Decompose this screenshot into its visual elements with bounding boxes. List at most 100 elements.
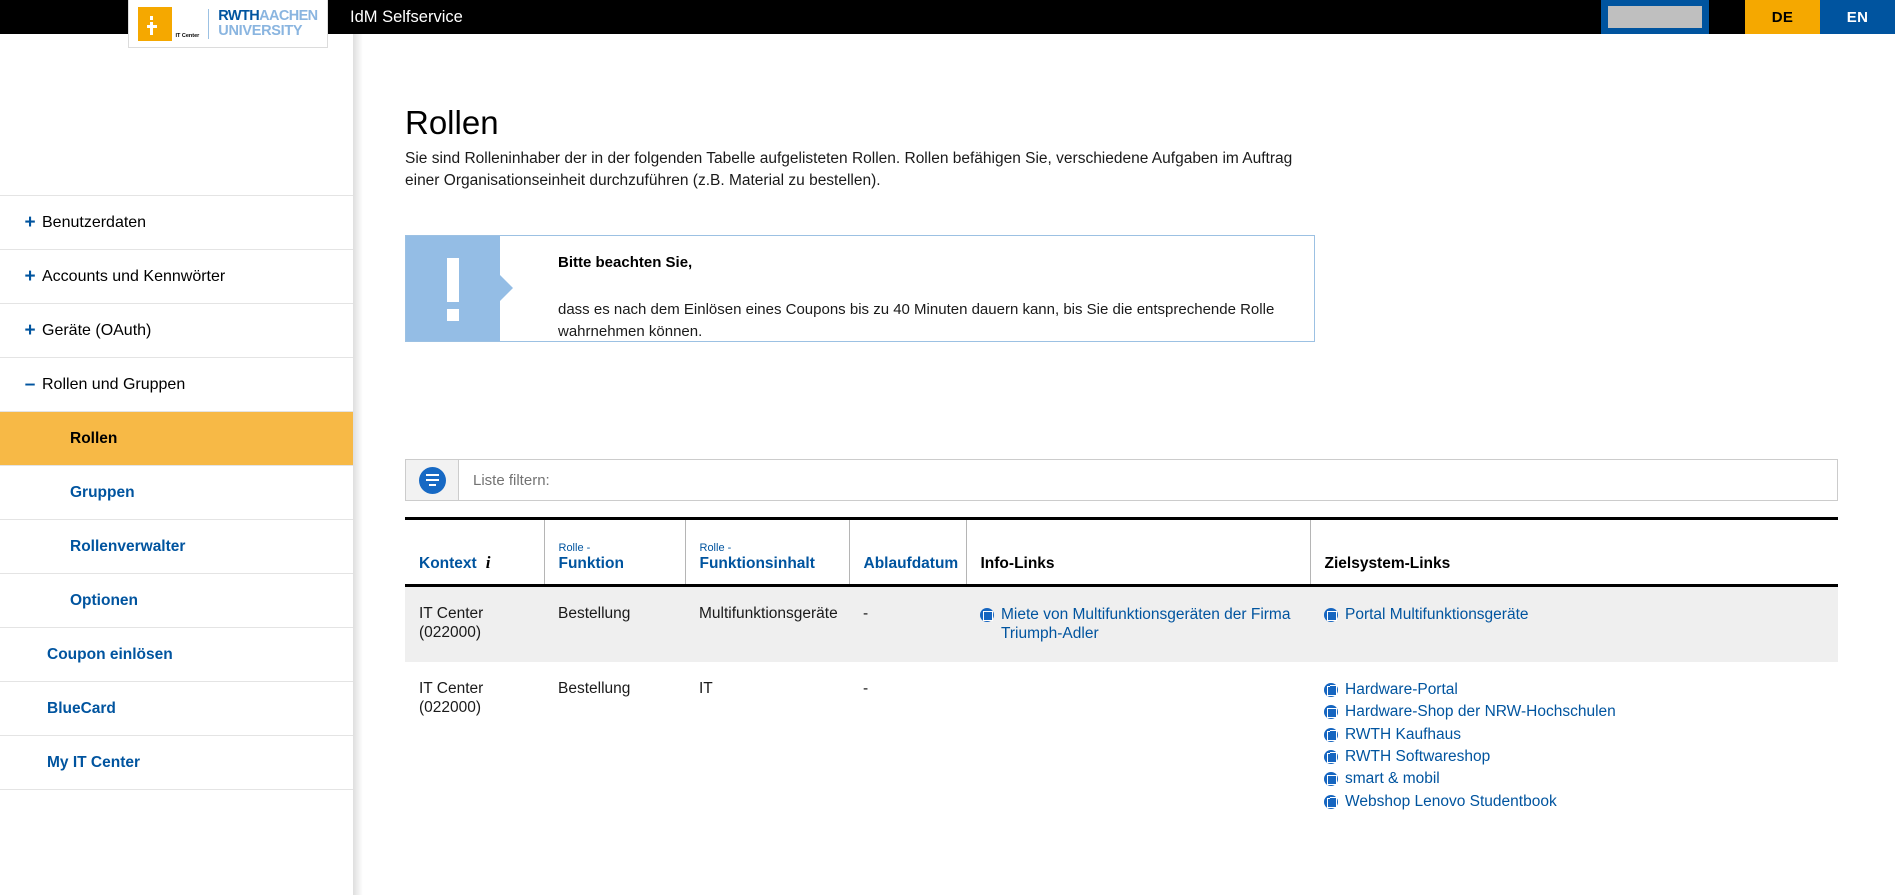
app-title: IdM Selfservice	[350, 8, 463, 26]
cell-ablaufdatum: -	[849, 585, 966, 662]
external-link-icon	[1324, 682, 1338, 697]
sidebar-item-rollen[interactable]: Rollen	[0, 412, 353, 466]
rwth-it-center-logo[interactable]: IT Center RWTHAACHEN UNIVERSITY	[128, 0, 328, 48]
page-title: Rollen	[405, 104, 499, 142]
sidebar-item-label: My IT Center	[47, 753, 141, 771]
info-icon[interactable]: i	[486, 553, 491, 572]
notice-arrow-pointer	[500, 275, 513, 301]
notice-title: Bitte beachten Sie,	[558, 254, 693, 271]
cell-kontext: IT Center (022000)	[405, 585, 544, 662]
cell-funktionsinhalt: IT	[685, 661, 849, 829]
external-link[interactable]: Hardware-Portal	[1324, 680, 1824, 699]
column-header-funktionsinhalt[interactable]: Rolle - Funktionsinhalt	[684, 517, 849, 587]
column-header-prefix: Rolle -	[699, 542, 732, 554]
cell-funktion: Bestellung	[544, 661, 685, 829]
external-link[interactable]: Portal Multifunktionsgeräte	[1324, 605, 1824, 624]
external-link[interactable]: smart & mobil	[1324, 769, 1824, 788]
external-link-label: Hardware-Portal	[1345, 680, 1458, 698]
roles-table-header: Kontext i Rolle - Funktion Rolle - Funktionsi…	[405, 517, 1838, 587]
external-link[interactable]: RWTH Softwareshop	[1324, 747, 1824, 766]
sidebar-item-label: Rollen	[70, 429, 118, 447]
filter-icon	[418, 466, 446, 494]
column-header-kontext[interactable]: Kontext i	[405, 517, 544, 587]
sidebar-top-spacer	[0, 34, 353, 196]
column-header-ablaufdatum[interactable]: Ablaufdatum	[848, 517, 966, 587]
sidebar-item-label: Gruppen	[70, 483, 135, 501]
column-header-info-links: Info-Links	[965, 517, 1310, 587]
user-menu-button[interactable]	[1601, 0, 1709, 34]
filter-input[interactable]	[459, 460, 1837, 500]
filter-bar	[405, 459, 1838, 501]
sidebar-item-accounts-und-kennw-rter[interactable]: + Accounts und Kennwörter	[0, 250, 353, 304]
sidebar-item-label: Rollen und Gruppen	[42, 375, 186, 393]
sidebar-item-optionen[interactable]: Optionen	[0, 574, 353, 628]
language-button-en[interactable]: EN	[1820, 0, 1895, 34]
expand-plus-icon[interactable]: +	[18, 212, 42, 234]
external-link-icon	[1324, 608, 1338, 622]
sidebar-item-coupon-einl-sen[interactable]: Coupon einlösen	[0, 628, 353, 682]
external-link-label: Miete von Multifunktionsgeräten der Firm…	[1001, 606, 1291, 643]
external-link-label: smart & mobil	[1345, 770, 1440, 788]
external-link-icon	[1324, 794, 1338, 809]
sidebar-item-rollen-und-gruppen[interactable]: – Rollen und Gruppen	[0, 358, 353, 412]
notice-text: dass es nach dem Einlösen eines Coupons …	[558, 301, 1275, 340]
page-description: Sie sind Rolleninhaber der in der folgen…	[405, 149, 1293, 189]
rwth-wordmark: RWTHAACHEN UNIVERSITY	[218, 8, 318, 39]
user-name-placeholder	[1608, 6, 1702, 28]
column-header-label: Zielsystem-Links	[1324, 555, 1451, 572]
external-link-icon	[1324, 705, 1338, 720]
column-header-funktion[interactable]: Rolle - Funktion	[543, 517, 685, 587]
table-row[interactable]: IT Center (022000) Bestellung Multifunktio…	[405, 585, 1838, 662]
external-link-icon	[980, 608, 994, 622]
expand-plus-icon[interactable]: +	[18, 320, 42, 342]
external-link-icon	[1324, 727, 1338, 742]
sidebar-item-label: Geräte (OAuth)	[42, 321, 152, 339]
sidebar-item-list: + Benutzerdaten + Accounts und Kennwörter + G…	[0, 196, 353, 790]
external-link[interactable]: Hardware-Shop der NRW-Hochschulen	[1324, 702, 1824, 721]
expand-plus-icon[interactable]: +	[18, 266, 42, 288]
filter-button[interactable]	[406, 460, 459, 500]
link-list: Portal Multifunktionsgeräte	[1324, 605, 1824, 624]
link-list: Hardware-Portal Hardware-Shop der NRW-Hoc…	[1324, 680, 1824, 811]
table-row[interactable]: IT Center (022000) Bestellung IT - Hardware-…	[405, 661, 1838, 829]
cell-zielsystem-links: Hardware-Portal Hardware-Shop der NRW-Hoc…	[1310, 661, 1838, 829]
sidebar-item-bluecard[interactable]: BlueCard	[0, 682, 353, 736]
external-link-label: RWTH Kaufhaus	[1345, 725, 1462, 743]
column-header-label: Funktionsinhalt	[699, 555, 815, 572]
external-link[interactable]: Miete von Multifunktionsgeräten der Firm…	[980, 605, 1296, 644]
language-button-de[interactable]: DE	[1745, 0, 1820, 34]
cell-ablaufdatum: -	[849, 661, 966, 829]
link-list: Miete von Multifunktionsgeräten der Firm…	[980, 605, 1296, 644]
column-header-zielsystem-links: Zielsystem-Links	[1309, 517, 1838, 587]
sidebar-item-rollenverwalter[interactable]: Rollenverwalter	[0, 520, 353, 574]
external-link-icon	[1324, 749, 1338, 764]
external-link[interactable]: Webshop Lenovo Studentbook	[1324, 792, 1824, 811]
logo-divider	[208, 8, 210, 39]
sidebar-navigation: + Benutzerdaten + Accounts und Kennwörter + G…	[0, 34, 353, 895]
sidebar-item-label: Accounts und Kennwörter	[42, 267, 226, 285]
main-content: Rollen Sie sind Rolleninhaber der in der…	[363, 34, 1895, 895]
rwth-aachen-text: AACHEN	[259, 8, 318, 24]
sidebar-item-label: Benutzerdaten	[42, 213, 147, 231]
topbar-right-group: DE EN	[1601, 0, 1895, 34]
rwth-university-text: UNIVERSITY	[218, 22, 303, 39]
cell-funktionsinhalt: Multifunktionsgeräte	[685, 585, 849, 662]
sidebar-item-ger-te-oauth[interactable]: + Geräte (OAuth)	[0, 304, 353, 358]
sidebar-item-gruppen[interactable]: Gruppen	[0, 466, 353, 520]
column-header-label: Funktion	[558, 555, 624, 572]
sidebar-item-benutzerdaten[interactable]: + Benutzerdaten	[0, 196, 353, 250]
it-center-mark-icon	[138, 6, 173, 41]
sidebar-edge-shadow	[353, 34, 363, 895]
cell-info-links: Miete von Multifunktionsgeräten der Firm…	[966, 585, 1310, 662]
it-center-logo-label: IT Center	[175, 33, 200, 39]
exclamation-icon	[406, 236, 500, 341]
collapse-minus-icon[interactable]: –	[18, 374, 42, 396]
notice-body: Bitte beachten Sie, dass es nach dem Ein…	[500, 236, 1314, 341]
external-link-label: Portal Multifunktionsgeräte	[1345, 606, 1529, 623]
column-header-label: Kontext	[419, 555, 477, 572]
roles-table-body: IT Center (022000) Bestellung Multifunktio…	[405, 585, 1838, 829]
external-link[interactable]: RWTH Kaufhaus	[1324, 725, 1824, 744]
roles-table: Kontext i Rolle - Funktion Rolle - Funktionsi…	[405, 517, 1838, 829]
external-link-label: Webshop Lenovo Studentbook	[1345, 792, 1557, 810]
sidebar-item-my-it-center[interactable]: My IT Center	[0, 736, 353, 790]
